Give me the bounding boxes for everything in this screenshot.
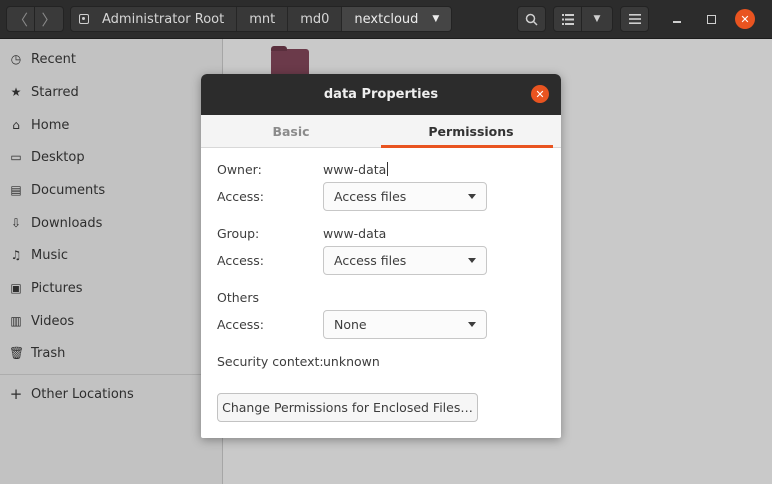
tab-label: Basic	[272, 123, 310, 139]
dialog-close-button[interactable]: ✕	[531, 85, 549, 103]
group-label: Group:	[217, 226, 260, 241]
others-label: Others	[217, 290, 260, 305]
group-access-value: Access files	[334, 253, 407, 268]
sidebar-item-music[interactable]: ♫ Music	[0, 242, 222, 268]
owner-value[interactable]: www-data	[323, 162, 389, 177]
hamburger-icon	[628, 14, 641, 24]
dropdown-arrow-icon	[468, 258, 476, 263]
owner-label: Owner:	[217, 162, 262, 177]
dialog-title: data Properties	[323, 87, 439, 102]
close-icon: ✕	[535, 87, 545, 101]
tab-label: Permissions	[428, 123, 514, 139]
sidebar-item-label: Downloads	[31, 215, 103, 231]
sidebar-item-label: Videos	[31, 313, 75, 329]
owner-access-dropdown[interactable]: Access files	[323, 182, 487, 211]
dropdown-arrow-icon	[468, 322, 476, 327]
music-icon: ♫	[10, 248, 22, 262]
dialog-titlebar: data Properties ✕	[201, 74, 561, 115]
view-button[interactable]	[553, 6, 582, 32]
star-icon: ★	[10, 85, 22, 99]
clock-icon: ◷	[10, 52, 22, 66]
breadcrumb-label: Administrator Root	[102, 11, 225, 27]
search-button[interactable]	[517, 6, 546, 32]
sidebar-item-label: Home	[31, 117, 70, 133]
others-access-value: None	[334, 317, 367, 332]
breadcrumb-administrator-root[interactable]: Administrator Root	[71, 7, 238, 31]
back-button[interactable]: 〈	[6, 6, 35, 32]
minimize-button[interactable]	[667, 9, 687, 29]
sidebar-item-label: Trash	[31, 345, 66, 361]
forward-button[interactable]: 〉	[35, 6, 64, 32]
dialog-tabs: Basic Permissions	[201, 115, 561, 148]
sidebar-item-label: Starred	[31, 84, 79, 100]
owner-access-value: Access files	[334, 189, 407, 204]
owner-access-label: Access:	[217, 189, 265, 204]
header-bar: 〈 〉 Administrator Root mnt md0 nextcloud…	[0, 0, 772, 39]
sidebar-item-recent[interactable]: ◷ Recent	[0, 46, 222, 72]
change-enclosed-permissions-button[interactable]: Change Permissions for Enclosed Files…	[217, 393, 478, 422]
maximize-button[interactable]	[701, 9, 721, 29]
view-options-button[interactable]: ▼	[582, 6, 613, 32]
group-access-dropdown[interactable]: Access files	[323, 246, 487, 275]
group-access-label: Access:	[217, 253, 265, 268]
disk-icon	[79, 14, 89, 24]
sidebar-item-videos[interactable]: ▥ Videos	[0, 308, 222, 334]
others-access-dropdown[interactable]: None	[323, 310, 487, 339]
chevron-down-icon: ▼	[593, 14, 601, 24]
menu-button[interactable]	[620, 6, 649, 32]
security-context-label: Security context:	[217, 354, 324, 369]
sidebar-item-label: Desktop	[31, 149, 85, 165]
sidebar-item-label: Pictures	[31, 280, 83, 296]
sidebar-item-downloads[interactable]: ⇩ Downloads	[0, 210, 222, 236]
plus-icon: +	[9, 385, 23, 403]
breadcrumb-mnt[interactable]: mnt	[237, 7, 289, 31]
list-view-icon	[561, 13, 574, 25]
button-label: Change Permissions for Enclosed Files…	[222, 400, 473, 415]
home-icon: ⌂	[12, 118, 20, 132]
text-cursor	[387, 162, 389, 176]
sidebar-item-pictures[interactable]: ▣ Pictures	[0, 275, 222, 301]
maximize-icon	[706, 14, 716, 24]
sidebar: ◷ Recent ★ Starred ⌂ Home ▭ Desktop ▤ Do…	[0, 39, 223, 484]
group-value: www-data	[323, 226, 387, 241]
breadcrumb-nextcloud[interactable]: nextcloud ▼	[342, 7, 452, 31]
sidebar-item-home[interactable]: ⌂ Home	[0, 112, 222, 138]
sidebar-separator	[0, 374, 222, 375]
chevron-left-icon: 〈	[12, 10, 28, 29]
video-icon: ▥	[10, 314, 22, 328]
sidebar-item-label: Documents	[31, 182, 106, 198]
others-access-label: Access:	[217, 317, 265, 332]
minimize-icon	[673, 21, 681, 23]
download-icon: ⇩	[10, 216, 22, 230]
close-icon: ✕	[740, 12, 750, 26]
sidebar-item-label: Other Locations	[31, 386, 134, 402]
trash-icon: 🗑	[9, 346, 25, 360]
sidebar-item-documents[interactable]: ▤ Documents	[0, 177, 222, 203]
owner-value-text: www-data	[323, 162, 387, 177]
sidebar-item-label: Recent	[31, 51, 76, 67]
window-close-button[interactable]: ✕	[735, 9, 755, 29]
breadcrumb-label: nextcloud	[354, 11, 419, 27]
sidebar-item-starred[interactable]: ★ Starred	[0, 79, 222, 105]
security-context-value: unknown	[323, 354, 380, 369]
sidebar-item-desktop[interactable]: ▭ Desktop	[0, 144, 222, 170]
breadcrumb-md0[interactable]: md0	[288, 7, 343, 31]
path-bar: Administrator Root mnt md0 nextcloud ▼	[70, 6, 453, 32]
chevron-right-icon: 〉	[41, 10, 57, 29]
properties-dialog: data Properties ✕ Basic Permissions Owne…	[201, 74, 561, 438]
document-icon: ▤	[10, 183, 22, 197]
dropdown-arrow-icon	[468, 194, 476, 199]
sidebar-item-other-locations[interactable]: + Other Locations	[0, 381, 222, 407]
search-icon	[525, 13, 538, 26]
chevron-down-icon: ▼	[432, 14, 440, 24]
tab-permissions[interactable]: Permissions	[381, 115, 561, 148]
sidebar-item-trash[interactable]: 🗑 Trash	[0, 340, 222, 366]
sidebar-item-label: Music	[31, 247, 68, 263]
breadcrumb-label: md0	[300, 11, 330, 27]
desktop-icon: ▭	[10, 150, 22, 164]
breadcrumb-label: mnt	[249, 11, 276, 27]
picture-icon: ▣	[10, 281, 22, 295]
tab-basic[interactable]: Basic	[201, 115, 381, 147]
